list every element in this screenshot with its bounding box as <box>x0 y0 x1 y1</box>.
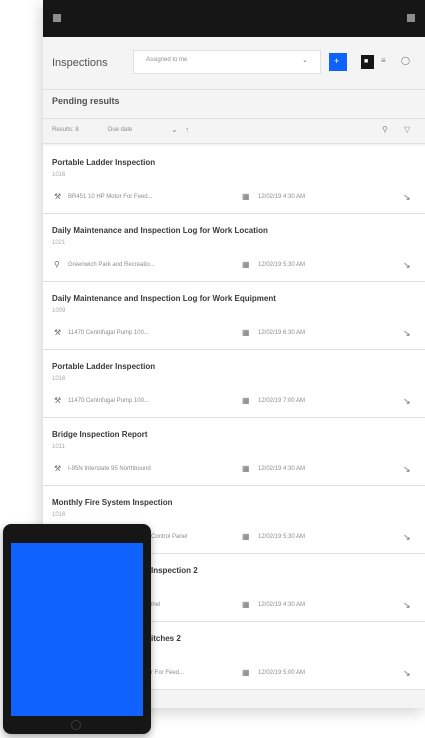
filter-icon[interactable]: ▽ <box>404 125 410 134</box>
due-date: 12/02/19 5:30 AM <box>258 262 306 268</box>
list-item[interactable]: Portable Ladder Inspection 1016 ⚒ BR451 … <box>43 146 425 214</box>
inspection-name: Daily Maintenance and Inspection Log for… <box>52 226 268 235</box>
assigned-filter-value: Assigned to me <box>146 57 188 63</box>
due-date: 12/02/19 4:30 AM <box>258 466 306 472</box>
assigned-filter-dropdown[interactable]: Assigned to me ⌄ <box>133 50 321 74</box>
open-inspection-icon[interactable]: ↘ <box>403 260 411 271</box>
due-date: 12/02/19 4:30 AM <box>258 602 306 608</box>
calendar-icon: ▦ <box>242 260 250 269</box>
inspection-code: 1016 <box>52 376 66 382</box>
due-date: 12/02/19 7:00 AM <box>258 398 306 404</box>
open-inspection-icon[interactable]: ↘ <box>403 192 411 203</box>
due-date: 12/02/19 6:30 AM <box>258 330 306 336</box>
open-inspection-icon[interactable]: ↘ <box>403 396 411 407</box>
page-title: Inspections <box>52 57 108 69</box>
card-view-button[interactable]: ■ <box>361 55 374 69</box>
open-inspection-icon[interactable]: ↘ <box>403 328 411 339</box>
wrench-icon: ⚒ <box>54 328 62 337</box>
asset-name: ihel <box>151 602 161 608</box>
inspection-name: Portable Ladder Inspection <box>52 158 156 167</box>
inspection-name: Inspection 2 <box>151 566 198 575</box>
location-icon: ⚲ <box>54 260 60 269</box>
page-header: Inspections Assigned to me ⌄ + ■ ≡ ◯ <box>43 37 425 90</box>
list-view-icon[interactable]: ≡ <box>381 56 386 65</box>
grid-icon: ■ <box>364 58 369 65</box>
sort-direction-icon[interactable]: ↑ <box>185 125 189 134</box>
due-date: 12/02/19 5:30 AM <box>258 534 306 540</box>
inspection-code: 1011 <box>52 444 65 450</box>
inspection-name: Bridge Inspection Report <box>52 430 148 439</box>
wrench-icon: ⚒ <box>54 396 62 405</box>
add-icon: + <box>334 56 340 66</box>
inspection-code: 1016 <box>52 172 66 178</box>
top-navigation-bar <box>43 0 425 37</box>
open-inspection-icon[interactable]: ↘ <box>403 532 411 543</box>
app-switcher-icon[interactable] <box>407 14 415 22</box>
wrench-icon: ⚒ <box>54 464 62 473</box>
calendar-icon: ▦ <box>242 600 250 609</box>
asset-name: BR451 10 HP Motor For Feed... <box>68 194 153 200</box>
inspection-code: 1021 <box>52 240 66 246</box>
inspection-name: Daily Maintenance and Inspection Log for… <box>52 294 276 303</box>
inspection-code: 1016 <box>52 512 66 518</box>
tablet-device <box>3 524 151 734</box>
inspection-name: Portable Ladder Inspection <box>52 362 156 371</box>
list-item[interactable]: Daily Maintenance and Inspection Log for… <box>43 282 425 350</box>
section-title: Pending results <box>52 96 120 106</box>
sort-dropdown[interactable]: Due date <box>108 127 132 133</box>
filter-bar: Results: 8 Due date ⌄ ↑ ⚲ ▽ <box>43 118 425 144</box>
asset-name: I-95N Interstate 95 Northbound <box>68 466 151 472</box>
tablet-screen <box>11 543 143 716</box>
calendar-icon: ▦ <box>242 396 250 405</box>
open-inspection-icon[interactable]: ↘ <box>403 464 411 475</box>
asset-name: Control Panel <box>151 534 188 540</box>
due-date: 12/02/19 5:00 AM <box>258 670 306 676</box>
calendar-icon: ▦ <box>242 328 250 337</box>
map-view-icon[interactable]: ◯ <box>401 56 410 65</box>
results-count: Results: 8 <box>52 127 79 133</box>
chevron-down-icon: ⌄ <box>302 57 308 64</box>
list-item[interactable]: Portable Ladder Inspection 1016 ⚒ 11470 … <box>43 350 425 418</box>
chevron-down-icon[interactable]: ⌄ <box>171 125 178 134</box>
asset-name: 11470 Centrifugal Pump 100... <box>68 330 149 336</box>
due-date: 12/02/19 4:30 AM <box>258 194 306 200</box>
add-button[interactable]: + <box>329 53 347 71</box>
menu-icon[interactable] <box>53 14 61 22</box>
open-inspection-icon[interactable]: ↘ <box>403 600 411 611</box>
home-button <box>71 720 81 730</box>
list-item[interactable]: Daily Maintenance and Inspection Log for… <box>43 214 425 282</box>
calendar-icon: ▦ <box>242 464 250 473</box>
asset-name: Greenwich Park and Recreatio... <box>68 262 155 268</box>
list-item[interactable]: Bridge Inspection Report 1011 ⚒ I-95N In… <box>43 418 425 486</box>
inspection-name: Monthly Fire System Inspection <box>52 498 173 507</box>
inspection-name: itches 2 <box>151 634 181 643</box>
asset-name: r For Feed... <box>151 670 185 676</box>
asset-name: 11470 Centrifugal Pump 100... <box>68 398 149 404</box>
open-inspection-icon[interactable]: ↘ <box>403 668 411 679</box>
wrench-icon: ⚒ <box>54 192 62 201</box>
calendar-icon: ▦ <box>242 532 250 541</box>
search-icon[interactable]: ⚲ <box>382 125 388 134</box>
calendar-icon: ▦ <box>242 668 250 677</box>
inspection-code: 1009 <box>52 308 66 314</box>
calendar-icon: ▦ <box>242 192 250 201</box>
